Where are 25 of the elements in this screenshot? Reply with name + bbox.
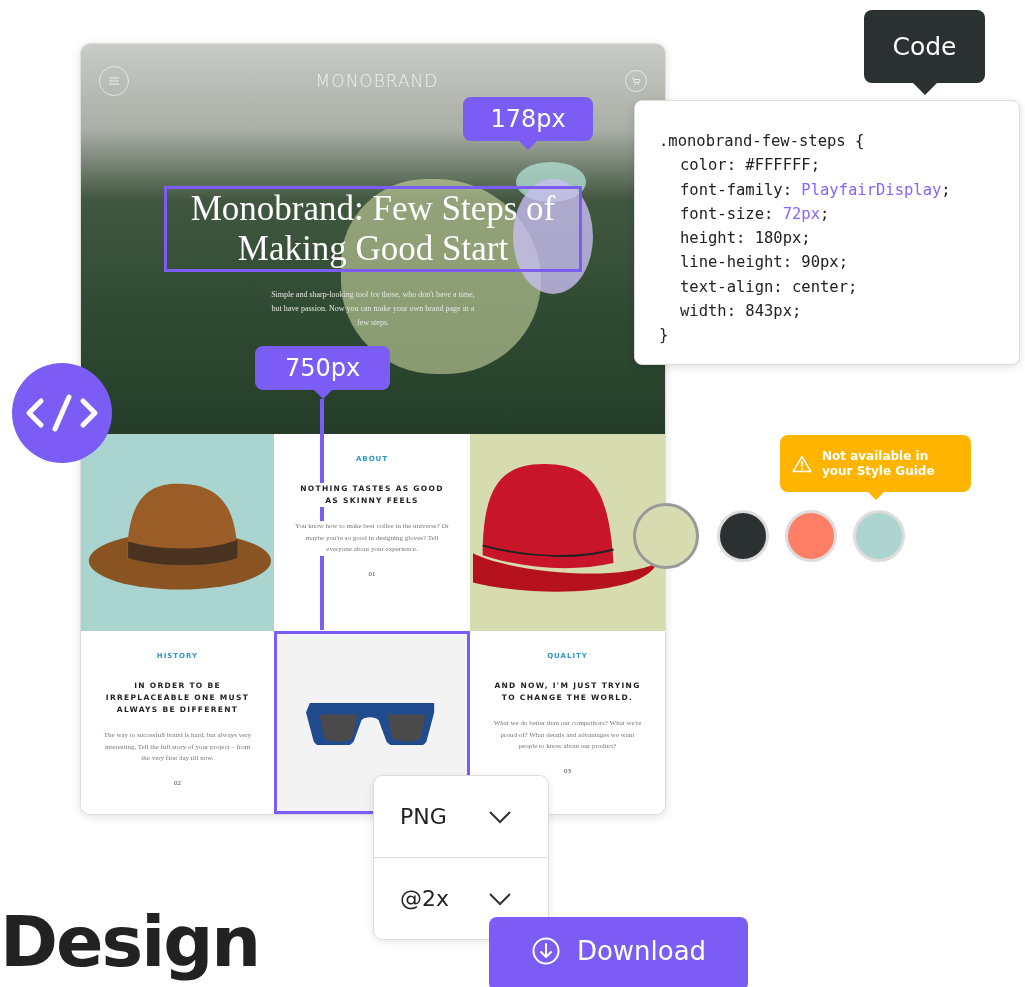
code-line: } (659, 325, 670, 347)
code-tooltip: Code (864, 10, 985, 95)
cart-icon (631, 76, 641, 86)
code-line: line-height: 90px; (679, 252, 849, 274)
height-tooltip: 178px (463, 97, 593, 150)
warning-text: Not available in your Style Guide (821, 448, 936, 479)
download-icon (530, 936, 561, 966)
chevron-down-icon (488, 891, 512, 906)
format-dropdown[interactable]: PNG (374, 776, 548, 857)
menu-icon (108, 76, 120, 86)
code-line: font-family: PlayfairDisplay; (679, 179, 952, 201)
code-line: text-align: center; (679, 276, 859, 298)
page-heading: Design (0, 902, 260, 982)
code-line: .monobrand-few-steps { (659, 131, 866, 152)
chevron-down-icon (488, 809, 512, 824)
code-line: height: 180px; (679, 228, 812, 250)
hero-headline: Monobrand: Few Steps of Making Good Start (164, 186, 582, 272)
download-button[interactable]: Download (489, 917, 748, 987)
code-line: width: 843px; (679, 301, 803, 323)
hero-subtitle: Simple and sharp-looking tool for those, who don't have a time, but have passion. Now you can make your own brand page in a few steps. (270, 289, 476, 329)
code-line: font-size: 72px; (679, 203, 831, 225)
code-icon (25, 393, 99, 433)
width-tooltip: 750px (255, 346, 390, 399)
code-line: color: #FFFFFF; (679, 155, 821, 177)
scale-dropdown[interactable]: @2x (374, 857, 548, 939)
